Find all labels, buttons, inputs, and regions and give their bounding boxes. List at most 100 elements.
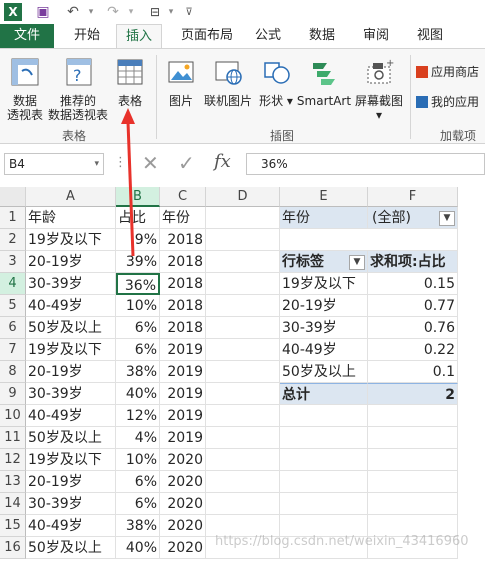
cancel-icon[interactable]: ✕ <box>142 151 159 175</box>
cell[interactable]: 2019 <box>160 361 206 383</box>
column-header-a[interactable]: A <box>26 187 116 207</box>
pivot-value[interactable]: 0.1 <box>368 361 458 383</box>
cell[interactable]: 19岁及以下 <box>26 229 116 251</box>
form-dropdown-icon[interactable]: ▾ <box>162 3 180 21</box>
formula-input[interactable]: 36% <box>246 153 485 175</box>
column-header-e[interactable]: E <box>280 187 368 207</box>
shapes-button[interactable]: 形状 ▾ <box>256 57 296 108</box>
drag-handle-icon[interactable]: ⋮ <box>114 155 127 170</box>
cell[interactable]: 2020 <box>160 493 206 515</box>
tab-file[interactable]: 文件 <box>0 24 54 48</box>
cell[interactable] <box>368 405 458 427</box>
cell[interactable] <box>206 383 280 405</box>
cell[interactable]: 占比 <box>116 207 160 229</box>
cell[interactable] <box>368 449 458 471</box>
cell[interactable] <box>368 427 458 449</box>
cell[interactable] <box>206 471 280 493</box>
cell[interactable] <box>280 405 368 427</box>
undo-icon[interactable]: ↶ <box>64 3 82 21</box>
pivot-row-label[interactable]: 30-39岁 <box>280 317 368 339</box>
cell[interactable]: 2019 <box>160 405 206 427</box>
row-header[interactable]: 14 <box>0 493 26 515</box>
cell[interactable]: 2020 <box>160 471 206 493</box>
row-header[interactable]: 11 <box>0 427 26 449</box>
row-header[interactable]: 13 <box>0 471 26 493</box>
insert-function-icon[interactable]: fx <box>214 151 231 172</box>
tab-review[interactable]: 审阅 <box>356 24 396 48</box>
row-header[interactable]: 6 <box>0 317 26 339</box>
pivot-value[interactable]: 0.77 <box>368 295 458 317</box>
cell[interactable]: 2020 <box>160 537 206 559</box>
cell[interactable]: 50岁及以上 <box>26 317 116 339</box>
undo-dropdown-icon[interactable]: ▾ <box>82 3 100 21</box>
cell[interactable] <box>280 493 368 515</box>
cell[interactable]: 2018 <box>160 273 206 295</box>
cell[interactable] <box>206 339 280 361</box>
column-header-d[interactable]: D <box>206 187 280 207</box>
cell[interactable]: 2018 <box>160 229 206 251</box>
cell[interactable] <box>206 361 280 383</box>
filter-dropdown-icon[interactable]: ▼ <box>439 211 455 226</box>
cell[interactable] <box>368 493 458 515</box>
recommended-pivot-button[interactable]: ? 推荐的 数据透视表 <box>46 57 110 122</box>
cell[interactable]: 20-19岁 <box>26 251 116 273</box>
cell[interactable]: 10% <box>116 295 160 317</box>
pivot-value-header[interactable]: 求和项:占比 <box>368 251 458 273</box>
redo-dropdown-icon[interactable]: ▾ <box>122 3 140 21</box>
column-header-b[interactable]: B <box>116 187 160 207</box>
cell[interactable] <box>206 229 280 251</box>
cell[interactable] <box>280 471 368 493</box>
cell[interactable] <box>280 229 368 251</box>
row-label-dropdown-icon[interactable]: ▼ <box>349 255 365 270</box>
picture-button[interactable]: 图片 <box>162 57 200 108</box>
cell[interactable]: 10% <box>116 449 160 471</box>
smartart-button[interactable]: SmartArt <box>296 57 352 108</box>
row-header[interactable]: 5 <box>0 295 26 317</box>
row-header[interactable]: 2 <box>0 229 26 251</box>
pivot-row-label[interactable]: 20-19岁 <box>280 295 368 317</box>
cell[interactable]: 38% <box>116 515 160 537</box>
column-header-f[interactable]: F <box>368 187 458 207</box>
cell[interactable] <box>206 207 280 229</box>
screenshot-button[interactable]: + 屏幕截图▾ <box>352 57 406 122</box>
pivot-value[interactable]: 0.22 <box>368 339 458 361</box>
cell[interactable]: 2019 <box>160 427 206 449</box>
tab-page-layout[interactable]: 页面布局 <box>174 24 240 48</box>
cell[interactable]: 19岁及以下 <box>26 339 116 361</box>
cell[interactable]: 12% <box>116 405 160 427</box>
cell[interactable] <box>206 493 280 515</box>
cell[interactable]: 4% <box>116 427 160 449</box>
pivot-row-label[interactable]: 19岁及以下 <box>280 273 368 295</box>
cell[interactable]: 50岁及以上 <box>26 537 116 559</box>
pivot-row-label[interactable]: 50岁及以上 <box>280 361 368 383</box>
cell[interactable] <box>206 295 280 317</box>
redo-icon[interactable]: ↷ <box>104 3 122 21</box>
customize-qat-icon[interactable]: ⊽ <box>180 3 198 21</box>
cell[interactable]: 40-49岁 <box>26 295 116 317</box>
cell[interactable]: 2018 <box>160 295 206 317</box>
pivot-total-label[interactable]: 总计 <box>280 383 368 405</box>
cell[interactable] <box>368 471 458 493</box>
save-icon[interactable]: ▣ <box>34 3 52 21</box>
cell[interactable]: 30-39岁 <box>26 383 116 405</box>
cell[interactable]: 50岁及以上 <box>26 427 116 449</box>
row-header[interactable]: 10 <box>0 405 26 427</box>
cell[interactable]: 6% <box>116 339 160 361</box>
name-box[interactable]: B4 ▾ <box>4 153 104 175</box>
app-store-button[interactable]: 应用商店 <box>416 65 485 79</box>
active-cell[interactable]: 36% <box>116 273 160 295</box>
cell[interactable] <box>368 229 458 251</box>
row-header[interactable]: 7 <box>0 339 26 361</box>
cell[interactable]: 40-49岁 <box>26 405 116 427</box>
enter-icon[interactable]: ✓ <box>178 151 195 175</box>
tab-home[interactable]: 开始 <box>64 24 110 48</box>
pivot-total-value[interactable]: 2 <box>368 383 458 405</box>
my-apps-button[interactable]: 我的应用 <box>416 95 485 109</box>
cell[interactable] <box>206 405 280 427</box>
row-header[interactable]: 1 <box>0 207 26 229</box>
row-header[interactable]: 15 <box>0 515 26 537</box>
cell[interactable]: 19岁及以下 <box>26 449 116 471</box>
tab-view[interactable]: 视图 <box>410 24 450 48</box>
cell[interactable]: 30-39岁 <box>26 493 116 515</box>
cell[interactable] <box>206 273 280 295</box>
